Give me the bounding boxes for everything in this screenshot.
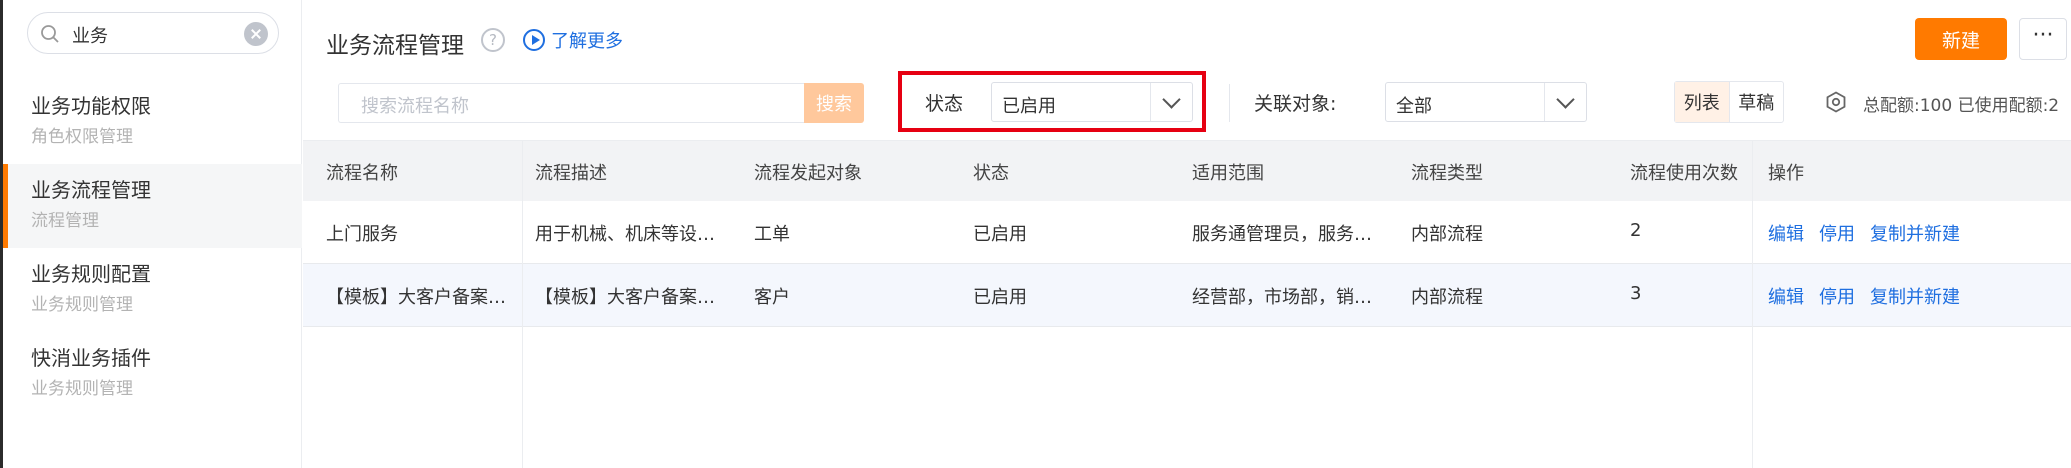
related-object-value: 全部 (1396, 96, 1432, 117)
cell-type: 内部流程 (1411, 224, 1483, 245)
help-icon[interactable]: ? (481, 28, 505, 52)
table-row[interactable]: 【模板】大客户备案流程 【模板】大客户备案流程说明 客户 已启用 经营部，市场部… (303, 264, 2071, 327)
cell-target: 工单 (754, 224, 790, 245)
column-divider (522, 140, 523, 468)
copy-create-link[interactable]: 复制并新建 (1870, 283, 1960, 309)
column-header: 流程描述 (535, 163, 607, 184)
column-header: 流程使用次数 (1630, 163, 1738, 184)
cell-desc: 用于机械、机床等设备上门维修服务 (535, 224, 725, 245)
sidebar-item-rule-config[interactable]: 业务规则配置 业务规则管理 (3, 248, 302, 332)
disable-link[interactable]: 停用 (1819, 283, 1855, 309)
sidebar-item-subtitle: 业务规则管理 (31, 379, 133, 399)
sidebar: 业务 业务功能权限 角色权限管理 业务流程管理 流程管理 业务规则配置 业务规则… (3, 0, 302, 468)
column-divider (1752, 140, 1753, 468)
app-window: 业务 业务功能权限 角色权限管理 业务流程管理 流程管理 业务规则配置 业务规则… (0, 0, 2071, 468)
sidebar-item-subtitle: 业务规则管理 (31, 295, 133, 315)
column-header: 流程发起对象 (754, 163, 862, 184)
active-indicator (3, 164, 8, 248)
more-options-button[interactable]: ··· (2019, 18, 2067, 60)
sidebar-item-title: 快消业务插件 (31, 346, 151, 370)
table-header: 流程名称 流程描述 流程发起对象 状态 适用范围 流程类型 流程使用次数 操作 (303, 140, 2071, 201)
sidebar-item-title: 业务功能权限 (31, 94, 151, 118)
cell-name: 上门服务 (326, 224, 398, 245)
cell-count: 3 (1630, 283, 1642, 304)
settings-icon[interactable] (1825, 91, 1847, 113)
search-placeholder: 搜索流程名称 (361, 96, 469, 117)
status-filter-label: 状态 (925, 93, 964, 115)
search-button[interactable]: 搜索 (804, 83, 864, 123)
sidebar-search-value: 业务 (72, 26, 108, 47)
search-icon (41, 25, 59, 43)
sidebar-search-input[interactable]: 业务 (27, 12, 279, 54)
process-table: 流程名称 流程描述 流程发起对象 状态 适用范围 流程类型 流程使用次数 操作 … (303, 140, 2071, 468)
cell-status: 已启用 (973, 224, 1027, 245)
column-header: 适用范围 (1192, 163, 1264, 184)
sidebar-item-title: 业务流程管理 (31, 178, 151, 202)
new-button[interactable]: 新建 (1915, 18, 2007, 60)
status-select[interactable]: 已启用 (991, 82, 1193, 122)
chevron-down-icon (1544, 83, 1586, 121)
sidebar-item-function-permission[interactable]: 业务功能权限 角色权限管理 (3, 80, 302, 164)
cell-scope: 服务通管理员，服务人员 (1192, 224, 1382, 245)
cell-count: 2 (1630, 220, 1642, 241)
sidebar-item-subtitle: 流程管理 (31, 211, 99, 231)
related-object-select[interactable]: 全部 (1385, 82, 1587, 122)
status-select-value: 已启用 (1002, 96, 1056, 117)
column-header: 流程名称 (326, 163, 398, 184)
sidebar-item-title: 业务规则配置 (31, 262, 151, 286)
learn-more-label: 了解更多 (551, 31, 623, 52)
chevron-down-icon (1150, 83, 1192, 121)
page-title: 业务流程管理 (326, 33, 464, 59)
main-content: 业务流程管理 ? 了解更多 新建 ··· 搜索流程名称 搜索 状态 已启用 关联… (303, 0, 2071, 468)
quota-text: 总配额:100 已使用配额:2 (1863, 96, 2060, 116)
view-toggle: 列表 草稿 (1674, 81, 1784, 123)
cell-target: 客户 (754, 287, 790, 308)
process-search-input[interactable]: 搜索流程名称 (338, 83, 804, 123)
column-header: 操作 (1768, 163, 1804, 184)
tab-list[interactable]: 列表 (1675, 82, 1730, 122)
copy-create-link[interactable]: 复制并新建 (1870, 220, 1960, 246)
disable-link[interactable]: 停用 (1819, 220, 1855, 246)
related-object-label: 关联对象: (1254, 93, 1337, 115)
cell-name: 【模板】大客户备案流程 (326, 287, 516, 308)
play-icon (523, 29, 545, 51)
sidebar-item-fmcg-plugin[interactable]: 快消业务插件 业务规则管理 (3, 332, 302, 416)
clear-icon[interactable] (244, 22, 268, 46)
sidebar-item-subtitle: 角色权限管理 (31, 127, 133, 147)
cell-desc: 【模板】大客户备案流程说明 (535, 287, 725, 308)
column-header: 状态 (973, 163, 1009, 184)
cell-status: 已启用 (973, 287, 1027, 308)
column-header: 流程类型 (1411, 163, 1483, 184)
learn-more-link[interactable]: 了解更多 (523, 26, 623, 54)
edit-link[interactable]: 编辑 (1768, 283, 1804, 309)
table-row[interactable]: 上门服务 用于机械、机床等设备上门维修服务 工单 已启用 服务通管理员，服务人员… (303, 201, 2071, 264)
sidebar-item-process-management[interactable]: 业务流程管理 流程管理 (3, 164, 302, 248)
tab-draft[interactable]: 草稿 (1730, 82, 1784, 122)
filter-divider (1229, 84, 1230, 122)
edit-link[interactable]: 编辑 (1768, 220, 1804, 246)
cell-type: 内部流程 (1411, 287, 1483, 308)
cell-scope: 经营部，市场部，销售部 (1192, 287, 1382, 308)
